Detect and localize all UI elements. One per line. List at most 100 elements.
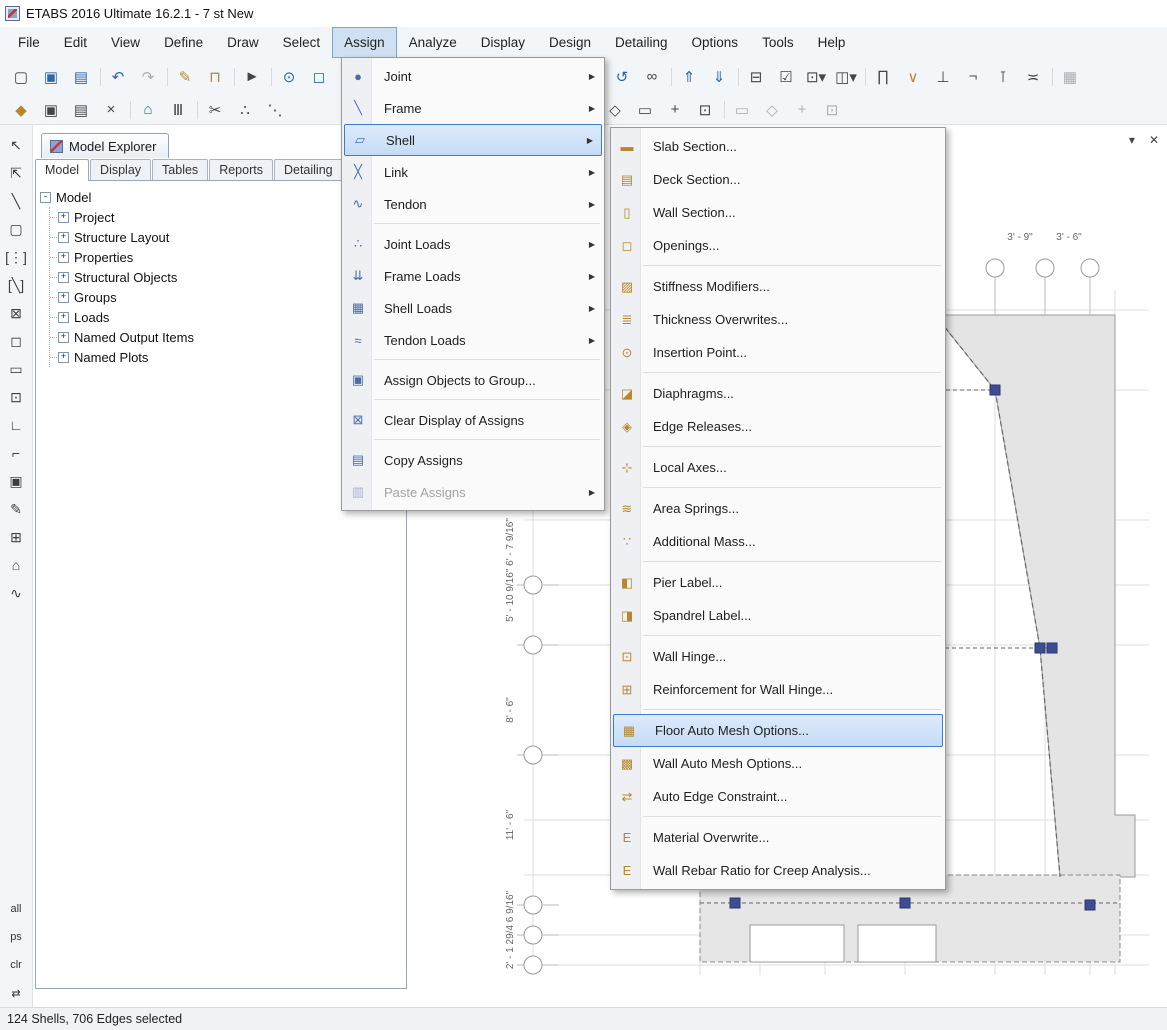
redraw-icon[interactable]: ↺ [609,65,635,89]
select-pointer-icon[interactable]: ↖ [3,133,29,157]
submenu-item-local-axes[interactable]: ⊹ Local Axes... ▶ [611,451,945,484]
menu-item-shell-loads[interactable]: ▦ Shell Loads ▶ [342,292,604,324]
modify-icon[interactable]: ◆ [8,98,34,122]
similar-stories-icon[interactable]: Ⅲ [165,98,191,122]
submenu-item-area-springs[interactable]: ≋ Area Springs... ▶ [611,492,945,525]
submenu-item-insertion-point[interactable]: ⊙ Insertion Point... ▶ [611,336,945,369]
model-explorer-tab[interactable]: Model Explorer [41,133,169,158]
expand-icon[interactable]: + [58,232,69,243]
quick-grid-icon[interactable]: ⊞ [3,525,29,549]
tab-display[interactable]: Display [90,159,151,180]
display-options-icon[interactable]: ☑ [773,65,799,89]
quick-draw-area-icon[interactable]: + [662,98,688,122]
undo-icon[interactable]: ↶ [105,65,131,89]
run-analysis-icon[interactable]: ► [239,65,265,89]
draw-poly-dim-icon[interactable]: ◇ [759,98,785,122]
save-model-icon[interactable]: ▤ [68,65,94,89]
menu-options[interactable]: Options [680,27,751,58]
draw-rect-slab-icon[interactable]: ▭ [3,357,29,381]
section-cut-icon[interactable]: ⊥ [930,65,956,89]
building-view-icon[interactable]: ⌂ [135,98,161,122]
tab-tables[interactable]: Tables [152,159,208,180]
menu-item-frame-loads[interactable]: ⇊ Frame Loads ▶ [342,260,604,292]
invert-selection-icon[interactable]: ⇄ [2,982,30,1004]
menu-item-shell[interactable]: ▱ Shell ▶ [344,124,602,156]
select-window-icon[interactable]: ▢ [3,217,29,241]
deselect-icon[interactable]: ⊠ [3,301,29,325]
menu-define[interactable]: Define [152,27,215,58]
menu-item-clear-display-of-assigns[interactable]: ⊠ Clear Display of Assigns ▶ [342,404,604,436]
snap-grid-icon[interactable]: ⋱ [262,98,288,122]
submenu-item-pier-label[interactable]: ◧ Pier Label... ▶ [611,566,945,599]
story-up-icon[interactable]: ⇑ [676,65,702,89]
menu-item-frame[interactable]: ╲ Frame ▶ [342,92,604,124]
rubber-band-zoom-icon[interactable]: ⊙ [276,65,302,89]
paste-icon[interactable]: ▤ [68,98,94,122]
tab-model[interactable]: Model [35,159,89,181]
submenu-item-stiffness-modifiers[interactable]: ▨ Stiffness Modifiers... ▶ [611,270,945,303]
draw-rect-dim-icon[interactable]: ▭ [729,98,755,122]
view-direction-icon[interactable]: ◫▾ [833,65,859,89]
object-shrink-icon[interactable]: ⊟ [743,65,769,89]
snap-points-icon[interactable]: ∴ [232,98,258,122]
menu-view[interactable]: View [99,27,152,58]
menu-item-tendon-loads[interactable]: ≈ Tendon Loads ▶ [342,324,604,356]
clear-selection-button[interactable]: clr [2,954,30,976]
submenu-item-wall-hinge[interactable]: ⊡ Wall Hinge... ▶ [611,640,945,673]
submenu-item-deck-section[interactable]: ▤ Deck Section... ▶ [611,163,945,196]
tab-reports[interactable]: Reports [209,159,273,180]
draw-windows-icon[interactable]: ⊡ [692,98,718,122]
submenu-item-auto-edge-constraint[interactable]: ⇄ Auto Edge Constraint... ▶ [611,780,945,813]
edit-icon[interactable]: ✎ [172,65,198,89]
quick-draw-dim-icon[interactable]: + [789,98,815,122]
draw-bracket-icon[interactable]: ⌐ [3,441,29,465]
previous-selection-button[interactable]: ps [2,926,30,948]
redo-icon[interactable]: ↷ [135,65,161,89]
select-all-button[interactable]: all [2,898,30,920]
menu-draw[interactable]: Draw [215,27,271,58]
submenu-item-wall-rebar-ratio[interactable]: E Wall Rebar Ratio for Creep Analysis...… [611,854,945,887]
expand-icon[interactable]: + [58,212,69,223]
submenu-item-openings[interactable]: ◻ Openings... ▶ [611,229,945,262]
menu-detailing[interactable]: Detailing [603,27,680,58]
submenu-item-wall-section[interactable]: ▯ Wall Section... ▶ [611,196,945,229]
lock-model-icon[interactable]: ⊓ [202,65,228,89]
expand-icon[interactable]: + [58,352,69,363]
draw-rect-area-icon[interactable]: ▭ [632,98,658,122]
submenu-item-spandrel-label[interactable]: ◨ Spandrel Label... ▶ [611,599,945,632]
elevation-view-icon[interactable]: ∏ [870,65,896,89]
panel-collapse-icon[interactable]: ▾ [1129,133,1135,147]
submenu-item-wall-auto-mesh-options[interactable]: ▩ Wall Auto Mesh Options... ▶ [611,747,945,780]
draw-pen-icon[interactable]: ✎ [3,497,29,521]
draw-line-icon[interactable]: ╲ [3,189,29,213]
expand-icon[interactable]: + [58,252,69,263]
menu-design[interactable]: Design [537,27,603,58]
menu-assign[interactable]: Assign [332,27,397,58]
menu-help[interactable]: Help [806,27,858,58]
submenu-item-material-overwrite[interactable]: E Material Overwrite... ▶ [611,821,945,854]
select-poly-icon[interactable]: [⋮] [3,245,29,269]
plan-view-icon[interactable]: ⊡▾ [803,65,829,89]
menu-item-paste-assigns[interactable]: ▥ Paste Assigns ▶ [342,476,604,508]
draw-point-icon[interactable]: ▣ [3,469,29,493]
expand-icon[interactable]: + [58,332,69,343]
quick-building-icon[interactable]: ⌂ [3,553,29,577]
object-view-icon[interactable]: ¬ [960,65,986,89]
menu-tools[interactable]: Tools [750,27,806,58]
menu-edit[interactable]: Edit [52,27,99,58]
menu-analyze[interactable]: Analyze [397,27,469,58]
submenu-item-floor-auto-mesh-options[interactable]: ▦ Floor Auto Mesh Options... ▶ [613,714,943,747]
draw-poly-area-icon[interactable]: ◇ [602,98,628,122]
expand-icon[interactable]: + [58,272,69,283]
draw-l-shape-icon[interactable]: ∟ [3,413,29,437]
draw-wave-icon[interactable]: ∿ [3,581,29,605]
menu-item-link[interactable]: ╳ Link ▶ [342,156,604,188]
copy-icon[interactable]: ▣ [38,98,64,122]
submenu-item-edge-releases[interactable]: ◈ Edge Releases... ▶ [611,410,945,443]
menu-item-joint-loads[interactable]: ∴ Joint Loads ▶ [342,228,604,260]
cut-icon[interactable]: ✂ [202,98,228,122]
draw-window-dim-icon[interactable]: ⊡ [819,98,845,122]
reshape-icon[interactable]: ⇱ [3,161,29,185]
tab-detailing[interactable]: Detailing [274,159,343,180]
menu-display[interactable]: Display [469,27,537,58]
